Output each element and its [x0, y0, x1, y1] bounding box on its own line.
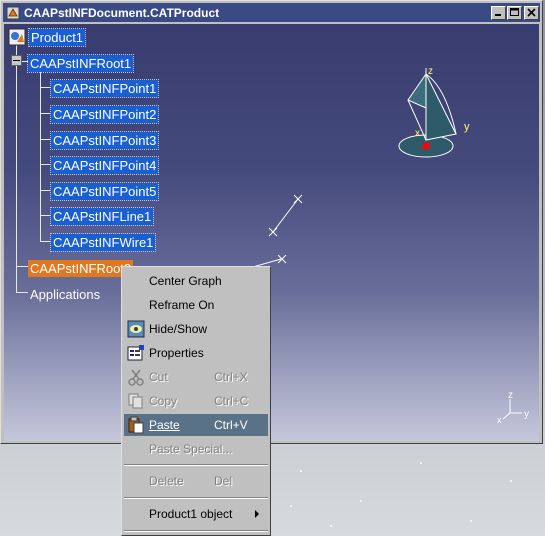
tree-node-line1[interactable]: CAAPstINFLine1	[49, 207, 155, 226]
menu-shortcut: Ctrl+C	[214, 394, 249, 408]
compass-x-label: x	[415, 128, 420, 139]
tree-connector	[40, 113, 51, 114]
tree-connector	[16, 44, 17, 293]
geometry-line[interactable]	[259, 184, 309, 244]
menu-label: Cut	[149, 370, 168, 384]
desktop-star	[330, 525, 332, 527]
window-title: CAAPstINFDocument.CATProduct	[24, 5, 220, 20]
tree-node-point4[interactable]: CAAPstINFPoint4	[49, 156, 160, 175]
tree-node-point1[interactable]: CAAPstINFPoint1	[49, 79, 160, 98]
menu-label: Copy	[149, 394, 178, 408]
desktop-star	[290, 505, 292, 507]
properties-icon	[125, 343, 147, 363]
minimize-button[interactable]	[491, 5, 506, 20]
menu-item-reframe-on[interactable]: Reframe On	[124, 294, 268, 316]
tree-node-point2[interactable]: CAAPstINFPoint2	[49, 105, 160, 124]
menu-item-properties[interactable]: Properties	[124, 342, 268, 364]
menu-item-cut[interactable]: Cut Ctrl+X	[124, 366, 268, 388]
menu-label: Paste Special...	[149, 442, 233, 456]
menu-item-hide-show[interactable]: Hide/Show	[124, 318, 268, 340]
submenu-arrow-icon	[254, 510, 268, 518]
compass-widget[interactable]: z y x	[394, 64, 484, 164]
close-icon	[527, 8, 536, 17]
minimize-icon	[495, 14, 501, 16]
context-menu: Center Graph Reframe On Hide/Show Proper…	[121, 266, 271, 536]
menu-item-delete[interactable]: Delete Del	[124, 470, 268, 492]
maximize-icon	[510, 8, 519, 16]
menu-label: Delete	[149, 474, 184, 488]
paste-icon	[125, 415, 147, 435]
compass-y-label: y	[464, 121, 470, 133]
menu-item-paste[interactable]: Paste Ctrl+V	[124, 414, 268, 436]
menu-label: Hide/Show	[149, 322, 208, 336]
desktop-star	[360, 500, 362, 502]
menu-label: Paste	[149, 418, 180, 432]
triad-z-label: z	[508, 390, 513, 401]
tree-node-product1[interactable]: Product1	[27, 28, 87, 47]
menu-item-copy[interactable]: Copy Ctrl+C	[124, 390, 268, 412]
tree-node-point3[interactable]: CAAPstINFPoint3	[49, 131, 160, 150]
desktop-star	[300, 470, 302, 472]
tree-connector	[40, 87, 51, 88]
tree-node-wire1[interactable]: CAAPstINFWire1	[49, 233, 157, 252]
catia-product-icon	[5, 5, 21, 21]
menu-shortcut: Ctrl+V	[214, 418, 248, 432]
compass-z-label: z	[428, 66, 433, 77]
menu-item-product1-object[interactable]: Product1 object	[124, 503, 268, 525]
3d-viewport[interactable]: Product1 CAAPstINFRoot1 CAAPstINFPoint1 …	[4, 24, 539, 441]
desktop-star	[420, 462, 422, 464]
axis-triad: z y x	[497, 390, 529, 425]
tree-node-applications[interactable]: Applications	[28, 286, 102, 303]
menu-item-center-graph[interactable]: Center Graph	[124, 270, 268, 292]
desktop-star	[470, 520, 472, 522]
collapse-toggle-icon[interactable]	[11, 55, 22, 66]
tree-connector	[40, 215, 51, 216]
triad-x-label: x	[497, 415, 502, 425]
triad-y-label: y	[524, 409, 529, 420]
product-root-icon[interactable]	[8, 28, 26, 46]
tree-connector	[40, 241, 51, 242]
tree-connector	[16, 266, 28, 267]
scissors-icon	[125, 367, 147, 387]
copy-icon	[125, 391, 147, 411]
tree-node-point5[interactable]: CAAPstINFPoint5	[49, 182, 160, 201]
menu-label: Reframe On	[149, 298, 215, 312]
tree-node-root2[interactable]: CAAPstINFRoot2	[28, 260, 134, 277]
menu-label: Center Graph	[149, 274, 222, 288]
menu-label: Product1 object	[149, 507, 233, 521]
title-bar[interactable]: CAAPstINFDocument.CATProduct	[3, 3, 540, 22]
menu-separator	[124, 464, 268, 466]
desktop-star	[510, 480, 512, 482]
menu-shortcut: Ctrl+X	[214, 370, 248, 384]
close-button[interactable]	[524, 5, 539, 20]
hide-show-icon	[125, 319, 147, 339]
menu-separator	[124, 530, 268, 532]
menu-item-paste-special[interactable]: Paste Special...	[124, 438, 268, 460]
menu-shortcut: Del	[214, 474, 233, 488]
tree-connector	[40, 190, 51, 191]
tree-connector	[40, 139, 51, 140]
menu-label: Properties	[149, 346, 204, 360]
maximize-button[interactable]	[507, 5, 522, 20]
tree-connector	[40, 164, 51, 165]
tree-connector	[16, 292, 28, 293]
document-window: CAAPstINFDocument.CATProduct Product1 CA…	[0, 0, 543, 444]
tree-node-root1[interactable]: CAAPstINFRoot1	[26, 54, 135, 73]
menu-separator	[124, 497, 268, 499]
